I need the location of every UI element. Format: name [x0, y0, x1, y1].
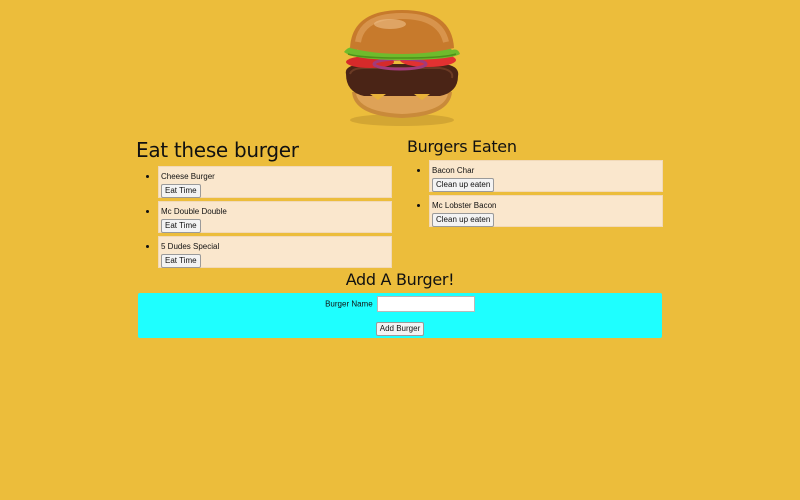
- add-burger-heading: Add A Burger!: [345, 270, 455, 289]
- list-item: Mc Double Double Eat Time: [158, 201, 392, 233]
- submit-row: Add Burger: [138, 322, 662, 336]
- burger-name-label: Burger Name: [325, 299, 373, 309]
- clean-up-button[interactable]: Clean up eaten: [432, 213, 495, 227]
- burger-name: Mc Double Double: [161, 207, 227, 216]
- list-item: 5 Dudes Special Eat Time: [158, 236, 392, 268]
- burger-name: Bacon Char: [432, 166, 475, 175]
- eat-time-button[interactable]: Eat Time: [161, 254, 201, 268]
- burger-name-input[interactable]: [376, 296, 475, 312]
- burger-name-row: Burger Name: [138, 296, 662, 312]
- eat-list: Cheese Burger Eat Time Mc Double Double …: [136, 166, 392, 268]
- list-item: Cheese Burger Eat Time: [158, 166, 392, 198]
- list-item: Mc Lobster Bacon Clean up eaten: [429, 195, 663, 227]
- burger-name: 5 Dudes Special: [161, 242, 220, 251]
- list-item: Bacon Char Clean up eaten: [429, 160, 663, 192]
- burger-name: Mc Lobster Bacon: [432, 201, 497, 210]
- eat-time-button[interactable]: Eat Time: [161, 219, 201, 233]
- eat-heading: Eat these burger: [136, 138, 299, 162]
- burger-name: Cheese Burger: [161, 172, 215, 181]
- eat-column: Eat these burger Cheese Burger Eat Time …: [136, 136, 392, 271]
- add-burger-button[interactable]: Add Burger: [375, 322, 425, 336]
- clean-up-button[interactable]: Clean up eaten: [432, 178, 495, 192]
- eat-time-button[interactable]: Eat Time: [161, 184, 201, 198]
- eaten-heading: Burgers Eaten: [407, 137, 517, 156]
- add-burger-form: Burger Name Add Burger: [138, 293, 662, 338]
- burger-hero-image: [344, 10, 460, 126]
- eaten-list: Bacon Char Clean up eaten Mc Lobster Bac…: [407, 160, 663, 227]
- eaten-column: Burgers Eaten Bacon Char Clean up eaten …: [407, 136, 663, 230]
